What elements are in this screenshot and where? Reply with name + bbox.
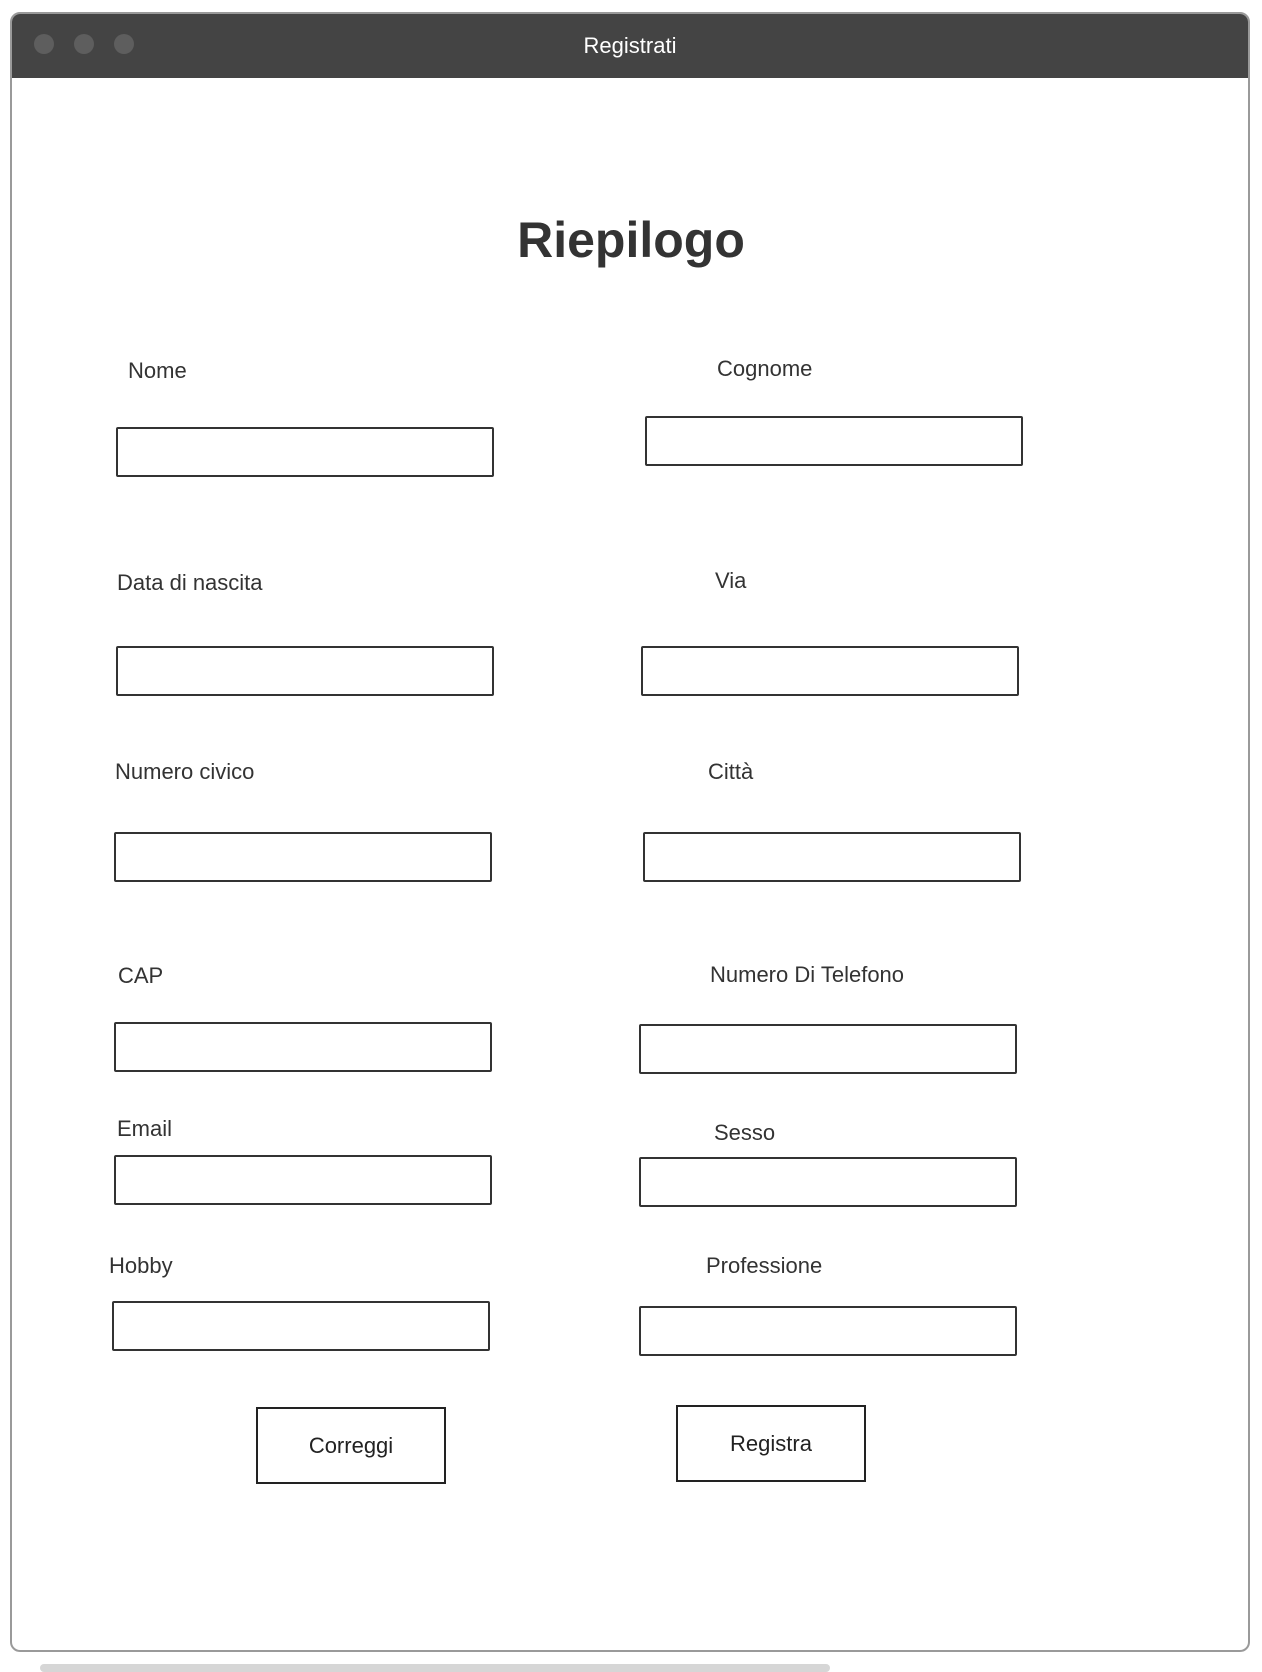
sesso-label: Sesso — [714, 1120, 776, 1145]
data-nascita-field[interactable] — [116, 646, 494, 696]
title-bar[interactable]: Registrati — [12, 14, 1248, 78]
correggi-button[interactable]: Correggi — [256, 1407, 446, 1484]
nome-label: Nome — [128, 358, 187, 383]
professione-field[interactable] — [639, 1306, 1017, 1356]
cap-label: CAP — [118, 963, 164, 988]
data-nascita-label: Data di nascita — [117, 570, 263, 595]
registra-button[interactable]: Registra — [676, 1405, 866, 1482]
professione-label: Professione — [706, 1253, 823, 1278]
window-title: Registrati — [583, 33, 677, 58]
horizontal-scrollbar[interactable] — [40, 1664, 830, 1672]
via-label: Via — [715, 568, 747, 593]
telefono-field[interactable] — [639, 1024, 1017, 1074]
cognome-field[interactable] — [645, 416, 1023, 466]
telefono-label: Numero Di Telefono — [710, 962, 905, 987]
via-field[interactable] — [641, 646, 1019, 696]
numero-civico-label: Numero civico — [115, 759, 255, 784]
cap-field[interactable] — [114, 1022, 492, 1072]
sesso-field[interactable] — [639, 1157, 1017, 1207]
citta-field[interactable] — [643, 832, 1021, 882]
citta-label: Città — [708, 759, 754, 784]
email-label: Email — [117, 1116, 173, 1141]
nome-field[interactable] — [116, 427, 494, 477]
cognome-label: Cognome — [717, 356, 813, 381]
page-title: Riepilogo — [517, 212, 745, 268]
numero-civico-field[interactable] — [114, 832, 492, 882]
email-field[interactable] — [114, 1155, 492, 1205]
hobby-field[interactable] — [112, 1301, 490, 1351]
hobby-label: Hobby — [109, 1253, 173, 1278]
